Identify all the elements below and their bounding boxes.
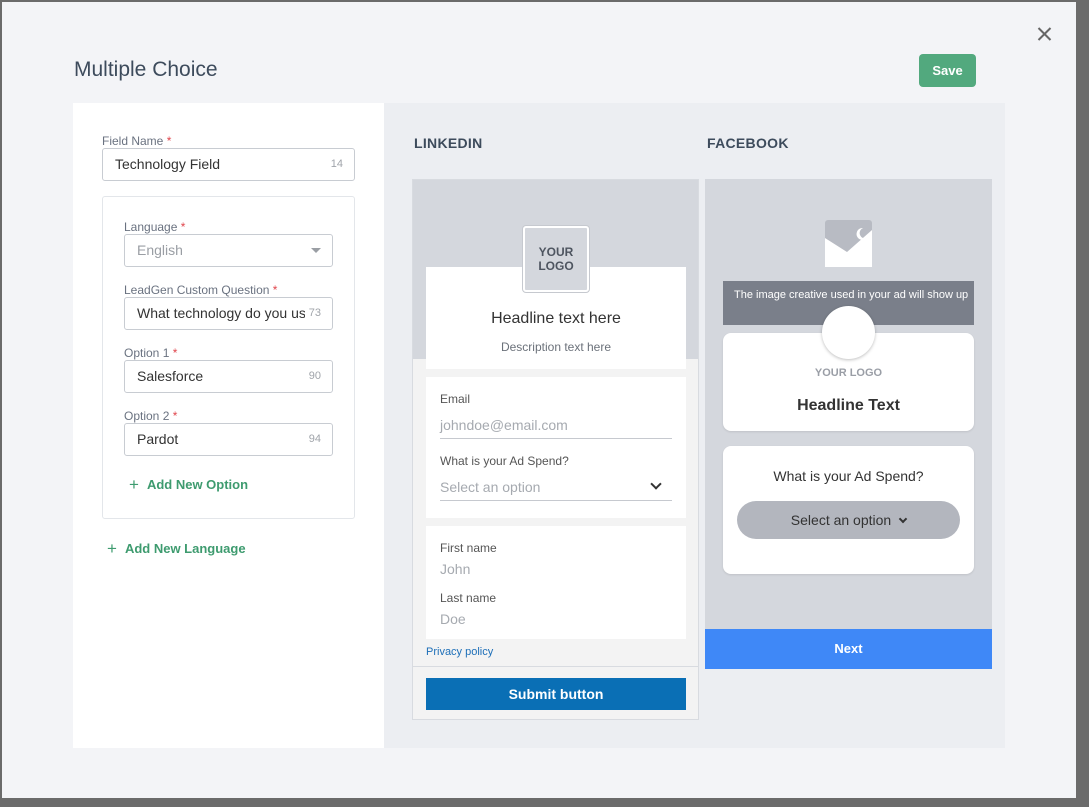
linkedin-email-label: Email (440, 392, 471, 406)
language-label: Language * (124, 220, 186, 234)
language-value: English (137, 242, 183, 258)
option-2-input[interactable]: Pardot 94 (124, 423, 333, 456)
option-1-input[interactable]: Salesforce 90 (124, 360, 333, 393)
modal-dialog: Multiple Choice Save Field Name * Techno… (2, 2, 1076, 798)
linkedin-fields-section: Email johndoe@email.com What is your Ad … (426, 377, 686, 518)
linkedin-submit-button[interactable]: Submit button (426, 678, 686, 710)
option-1-label: Option 1 * (124, 346, 178, 360)
linkedin-email-underline (440, 438, 672, 439)
facebook-headline: Headline Text (797, 397, 900, 414)
required-mark: * (166, 134, 172, 148)
plus-icon: + (129, 475, 139, 494)
facebook-logo-text: YOUR LOGO (814, 367, 883, 379)
add-new-language-button[interactable]: + Add New Language (107, 539, 246, 559)
chevron-down-icon (898, 514, 908, 524)
modal-content: Field Name * Technology Field 14 Languag… (73, 103, 1005, 748)
option-1-counter: 90 (304, 361, 321, 392)
linkedin-preview: YOUR LOGO Headline text here Description … (412, 179, 699, 720)
custom-question-label: LeadGen Custom Question * (124, 283, 278, 297)
add-new-option-button[interactable]: + Add New Option (129, 475, 248, 495)
facebook-preview: The image creative used in your ad will … (705, 179, 992, 669)
facebook-question: What is your Ad Spend? (773, 468, 924, 484)
field-name-counter: 14 (326, 149, 343, 180)
chevron-down-icon (650, 478, 662, 490)
field-name-value: Technology Field (115, 156, 221, 172)
modal-title: Multiple Choice (74, 58, 218, 81)
privacy-policy-link[interactable]: Privacy policy (426, 646, 493, 658)
required-mark: * (172, 346, 178, 360)
facebook-next-button[interactable]: Next (705, 629, 992, 669)
facebook-select-label: Select an option (790, 512, 892, 528)
custom-question-counter: 73 (304, 298, 321, 329)
close-icon[interactable] (1033, 22, 1057, 46)
field-name-input[interactable]: Technology Field 14 (102, 148, 355, 181)
add-new-option-label: Add New Option (146, 477, 249, 492)
linkedin-logo-placeholder: YOUR LOGO (523, 226, 589, 292)
option-2-label: Option 2 * (124, 409, 178, 423)
required-mark: * (180, 220, 186, 234)
plus-icon: + (107, 539, 117, 558)
language-box: Language * English LeadGen Custom Questi… (102, 196, 355, 519)
linkedin-name-section: First name John Last name Doe (426, 526, 686, 639)
linkedin-description: Description text here (500, 340, 612, 354)
linkedin-email-input[interactable]: johndoe@email.com (440, 417, 568, 433)
linkedin-first-name-label: First name (440, 541, 497, 555)
save-button[interactable]: Save (919, 54, 976, 87)
linkedin-last-name-input[interactable]: Doe (440, 611, 466, 627)
language-select[interactable]: English (124, 234, 333, 267)
required-mark: * (172, 409, 178, 423)
custom-question-value: What technology do you use? (137, 305, 322, 321)
add-new-language-label: Add New Language (124, 541, 246, 556)
custom-question-input[interactable]: What technology do you use? 73 (124, 297, 333, 330)
linkedin-question-label: What is your Ad Spend? (440, 454, 569, 468)
facebook-title: FACEBOOK (707, 135, 789, 151)
caret-down-icon (311, 248, 321, 253)
linkedin-divider (413, 666, 698, 667)
form-panel: Field Name * Technology Field 14 Languag… (73, 103, 384, 748)
option-1-value: Salesforce (137, 368, 204, 384)
linkedin-first-name-input[interactable]: John (440, 561, 470, 577)
required-mark: * (272, 283, 278, 297)
linkedin-select-underline (440, 500, 672, 501)
field-name-label: Field Name * (102, 134, 172, 148)
facebook-select[interactable]: Select an option (737, 501, 960, 539)
linkedin-headline: Headline text here (491, 310, 621, 327)
option-2-value: Pardot (137, 431, 179, 447)
image-icon (825, 220, 872, 267)
facebook-logo-avatar (822, 306, 875, 359)
linkedin-last-name-label: Last name (440, 591, 497, 605)
option-2-counter: 94 (304, 424, 321, 455)
linkedin-title: LINKEDIN (414, 135, 483, 151)
linkedin-select[interactable]: Select an option (440, 479, 540, 495)
